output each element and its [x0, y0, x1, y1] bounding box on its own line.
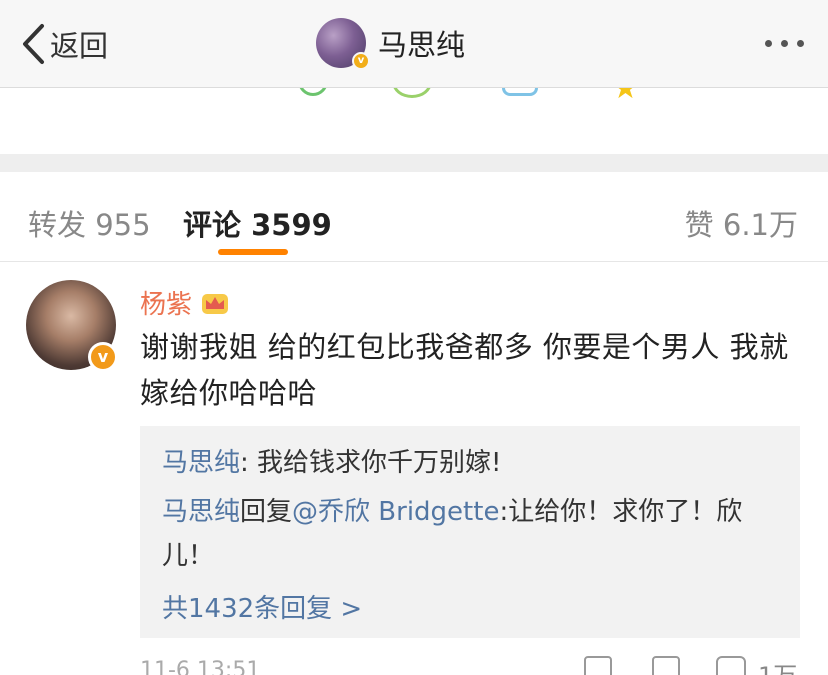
avatar[interactable]: v	[26, 280, 118, 372]
page-title: 马思纯	[378, 28, 466, 62]
like-icon[interactable]	[716, 656, 746, 675]
like-count: 1万	[758, 656, 797, 675]
nav-profile[interactable]: v 马思纯	[316, 18, 466, 70]
dot	[797, 40, 804, 47]
avatar[interactable]: v	[316, 18, 370, 70]
section-divider	[0, 154, 828, 172]
comment-icon[interactable]	[652, 656, 680, 675]
reply-box: 马思纯: 我给钱求你千万别嫁! 马思纯回复@乔欣 Bridgette:让给你！求…	[140, 426, 800, 638]
more-dots-icon[interactable]	[765, 30, 804, 57]
repost-icon[interactable]	[298, 88, 328, 96]
dot	[765, 40, 772, 47]
comment-user[interactable]: 杨紫	[140, 284, 230, 321]
verified-icon: v	[88, 342, 118, 372]
back-label: 返回	[50, 29, 109, 63]
verified-icon: v	[352, 52, 370, 70]
reply-username[interactable]: 马思纯	[162, 497, 240, 527]
reply-item[interactable]: 马思纯回复@乔欣 Bridgette:让给你！求你了！欣儿！	[162, 490, 782, 578]
comment-actions: 1万	[0, 656, 828, 675]
reply-username[interactable]: 马思纯	[162, 448, 240, 478]
dot	[781, 40, 788, 47]
mention-link[interactable]: @乔欣 Bridgette	[292, 497, 499, 527]
share-icon[interactable]	[584, 656, 612, 675]
back-button[interactable]: 返回	[20, 20, 108, 68]
active-tab-indicator	[218, 249, 288, 255]
comment-icon[interactable]	[392, 88, 432, 98]
comment-text: 谢谢我姐 给的红包比我爸都多 你要是个男人 我就嫁给你哈哈哈	[140, 330, 789, 410]
tab-repost[interactable]: 转发 955	[28, 202, 151, 244]
reply-text: : 我给钱求你千万别嫁!	[240, 448, 502, 478]
tab-like[interactable]: 赞 6.1万	[685, 202, 798, 244]
comment-item: v 杨紫 谢谢我姐 给的红包比我爸都多 你要是个男人 我就嫁给你哈哈哈 马思纯:…	[0, 262, 828, 675]
chevron-left-icon	[23, 24, 44, 64]
reply-label: 回复	[240, 497, 293, 527]
tab-bar: 转发 955 评论 3599 赞 6.1万	[0, 172, 828, 262]
tab-comment[interactable]: 评论 3599	[183, 202, 332, 244]
post-actions-row: ★	[0, 88, 828, 154]
crown-icon	[202, 293, 229, 314]
nav-bar: 返回 v 马思纯	[0, 0, 828, 88]
reply-item[interactable]: 马思纯: 我给钱求你千万别嫁!	[162, 442, 501, 479]
share-icon[interactable]	[502, 88, 538, 96]
more-replies-link[interactable]: 共1432条回复 >	[162, 588, 362, 625]
star-icon[interactable]: ★	[612, 88, 639, 104]
comment-username[interactable]: 杨紫	[140, 284, 192, 321]
